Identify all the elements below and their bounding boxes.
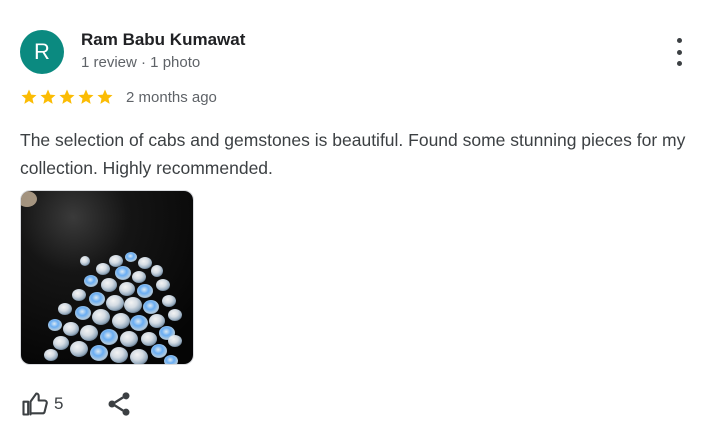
review-actions: 5: [20, 390, 133, 418]
moonstone: [101, 278, 117, 292]
moonstone: [168, 335, 182, 347]
moonstone: [112, 313, 130, 329]
moonstone: [63, 322, 79, 336]
reviewer-stats: 1 review · 1 photo: [81, 54, 201, 71]
moonstone: [110, 347, 128, 363]
moonstone: [70, 341, 88, 357]
moonstone: [96, 263, 110, 275]
moonstone: [162, 295, 176, 307]
moonstone: [80, 256, 90, 266]
like-count: 5: [54, 394, 64, 413]
moonstone: [120, 331, 138, 347]
moonstone: [132, 271, 146, 283]
moonstone: [156, 279, 170, 291]
moonstone: [143, 300, 159, 314]
star-rating: [20, 88, 114, 106]
moonstone: [84, 275, 98, 287]
review-text: The selection of cabs and gemstones is b…: [20, 130, 686, 178]
like-button[interactable]: 5: [20, 390, 63, 418]
review-time: 2 months ago: [126, 88, 217, 106]
moonstone: [149, 314, 165, 328]
review-photo[interactable]: [20, 190, 194, 365]
moonstone: [48, 319, 62, 331]
moonstone: [53, 336, 69, 350]
moonstone: [125, 252, 137, 262]
star-icon: [78, 89, 94, 104]
rating-row: 2 months ago: [20, 88, 217, 106]
moonstone: [168, 309, 182, 321]
moonstone: [138, 257, 152, 269]
moonstone: [72, 289, 86, 301]
star-icon: [21, 89, 37, 104]
more-vertical-icon[interactable]: [668, 38, 690, 66]
moonstone: [130, 315, 148, 331]
moonstone: [100, 329, 118, 345]
star-icon: [59, 89, 75, 104]
thumbs-up-icon: [22, 392, 48, 416]
moonstone: [151, 265, 163, 277]
share-icon: [108, 392, 130, 416]
moonstone: [44, 349, 58, 361]
moonstones-image: [21, 191, 193, 364]
moonstone: [80, 325, 98, 341]
star-icon: [97, 89, 113, 104]
reviewer-name[interactable]: Ram Babu Kumawat: [81, 30, 245, 50]
moonstone: [115, 266, 131, 280]
moonstone: [106, 295, 124, 311]
avatar[interactable]: R: [20, 30, 64, 74]
moonstone: [89, 292, 105, 306]
moonstone: [90, 345, 108, 361]
moonstone: [141, 332, 157, 346]
moonstone: [109, 255, 123, 267]
moonstone: [124, 297, 142, 313]
avatar-initial: R: [34, 39, 50, 64]
share-button[interactable]: [105, 390, 133, 418]
star-icon: [40, 89, 56, 104]
moonstone: [130, 349, 148, 364]
moonstone: [151, 344, 167, 358]
moonstone: [92, 309, 110, 325]
moonstone: [75, 306, 91, 320]
moonstone: [119, 282, 135, 296]
moonstone: [58, 303, 72, 315]
moonstone: [137, 284, 153, 298]
